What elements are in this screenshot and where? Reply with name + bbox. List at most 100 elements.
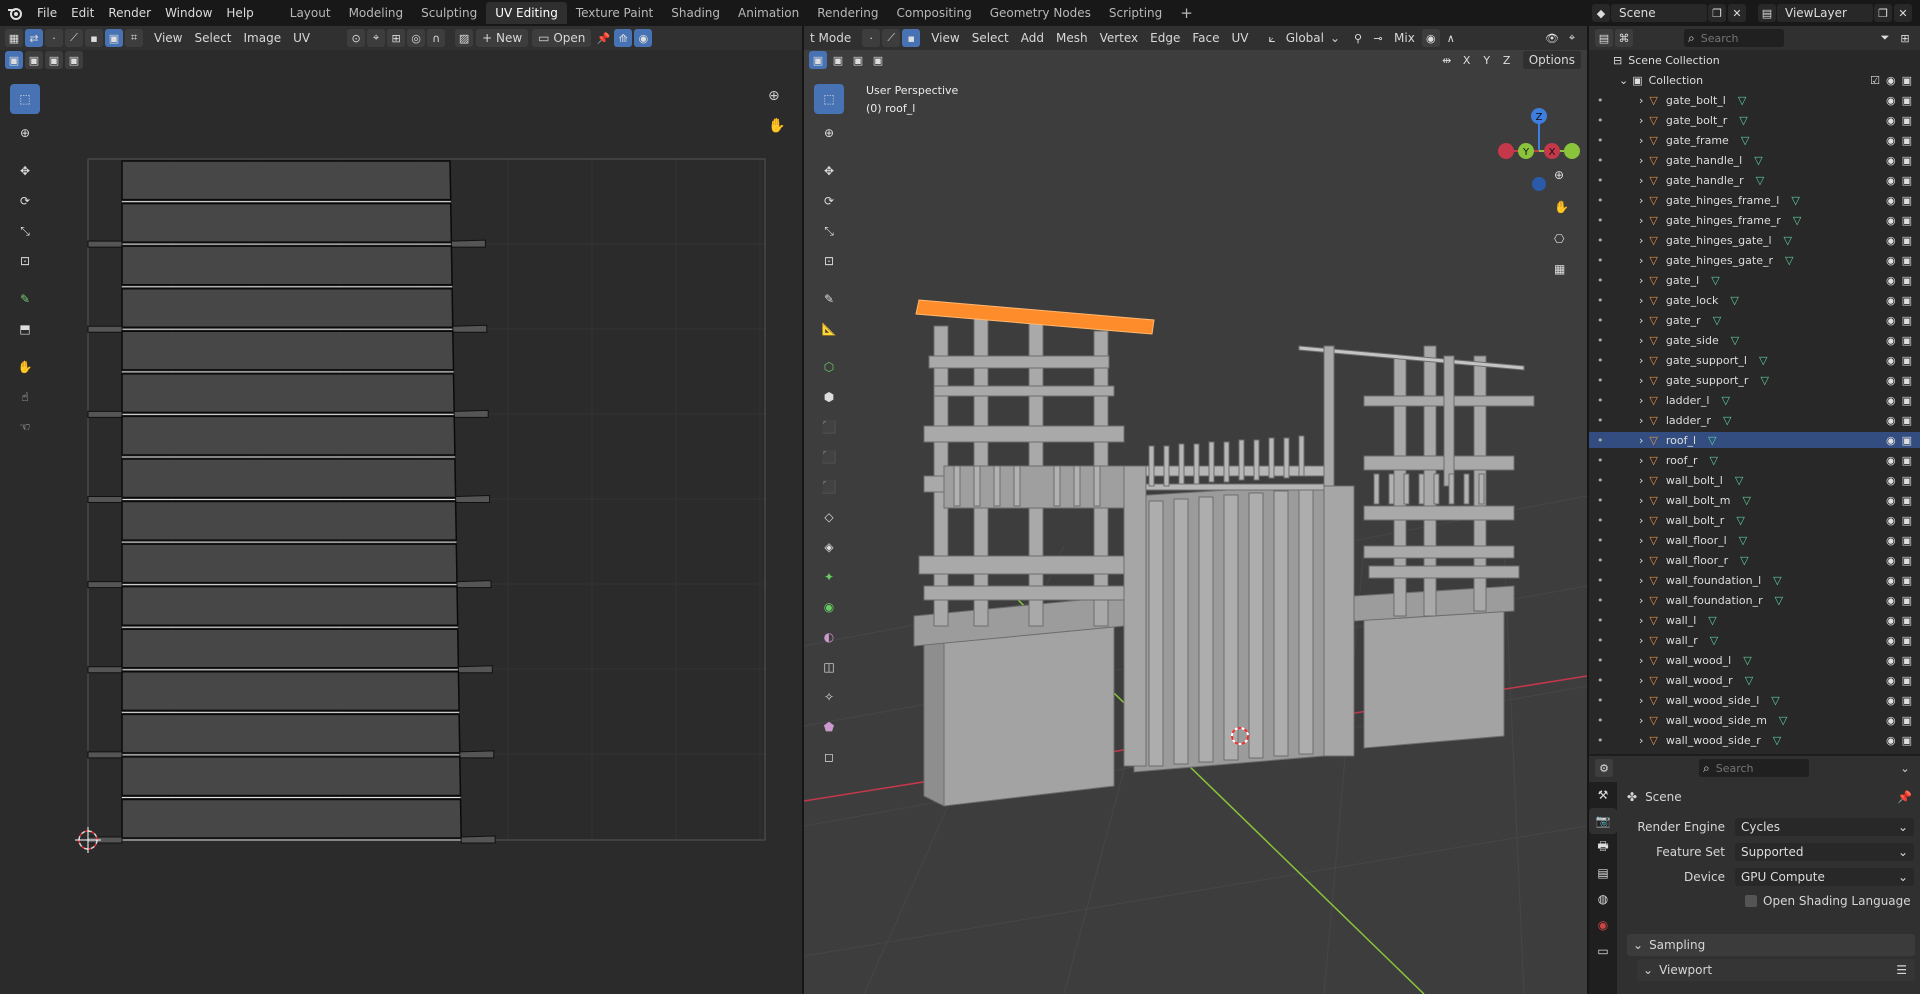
eye-icon[interactable]: ◉ xyxy=(1886,214,1896,227)
expand-arrow-icon[interactable]: › xyxy=(1639,474,1643,487)
uv-hand-icon[interactable]: ✋ xyxy=(768,118,785,134)
uv-edge-strip[interactable] xyxy=(457,665,493,674)
eye-icon[interactable]: ◉ xyxy=(1886,554,1896,567)
uv-edge-strip[interactable] xyxy=(87,751,123,759)
extrude-icon[interactable]: ⬢ xyxy=(814,382,844,412)
tab-compositing[interactable]: Compositing xyxy=(887,2,980,24)
eye-icon[interactable]: ◉ xyxy=(1886,394,1896,407)
uv-zoom-icon[interactable]: ⊕ xyxy=(768,88,780,104)
smooth-icon[interactable]: ◉ xyxy=(814,592,844,622)
expand-arrow-icon[interactable]: › xyxy=(1639,434,1643,447)
expand-arrow-icon[interactable]: › xyxy=(1639,134,1643,147)
shear-icon[interactable]: ✧ xyxy=(814,682,844,712)
eye-icon[interactable]: ◉ xyxy=(1886,474,1896,487)
uv-face[interactable] xyxy=(121,671,460,712)
camera-icon[interactable]: ▣ xyxy=(1902,554,1912,567)
overlay-icon[interactable]: ◉ xyxy=(634,29,653,47)
camera-icon[interactable]: ▣ xyxy=(1902,614,1912,627)
outliner-row-wall-r[interactable]: • › ▽ wall_r ▽ ◉ ▣ xyxy=(1589,632,1920,648)
edit-mode-icon[interactable]: • xyxy=(1597,414,1621,427)
navigation-gizmo[interactable]: Z Y X xyxy=(1494,86,1584,196)
uv-face[interactable] xyxy=(121,245,453,286)
shrink-fatten-icon[interactable]: ◫ xyxy=(814,652,844,682)
outliner-row-gate-hinges-gate-r[interactable]: • › ▽ gate_hinges_gate_r ▽ ◉ ▣ xyxy=(1589,252,1920,268)
open-image-button[interactable]: ▭ Open xyxy=(532,29,592,47)
camera-icon[interactable]: ▣ xyxy=(1902,254,1912,267)
expand-arrow-icon[interactable]: › xyxy=(1639,574,1643,587)
outliner-row-gate-hinges-gate-l[interactable]: • › ▽ gate_hinges_gate_l ▽ ◉ ▣ xyxy=(1589,232,1920,248)
outliner-row-roof-l[interactable]: • › ▽ roof_l ▽ ◉ ▣ xyxy=(1589,432,1920,448)
grab-icon[interactable]: ✋ xyxy=(10,352,40,382)
edit-mode-icon[interactable]: • xyxy=(1597,314,1621,327)
expand-arrow-icon[interactable]: › xyxy=(1639,554,1643,567)
rip-region-icon[interactable]: ⬒ xyxy=(10,314,40,344)
2d-cursor-icon[interactable] xyxy=(75,827,101,853)
outliner-row-wall-foundation-r[interactable]: • › ▽ wall_foundation_r ▽ ◉ ▣ xyxy=(1589,592,1920,608)
uv-face[interactable] xyxy=(121,458,457,499)
vertex-select-icon[interactable]: · xyxy=(45,29,63,47)
camera-icon[interactable]: ▣ xyxy=(1902,134,1912,147)
feature-set-dropdown[interactable]: Supported ⌄ xyxy=(1735,843,1914,861)
mesh-data-icon[interactable]: ▽ xyxy=(1730,294,1738,307)
outliner-row-wall-bolt-r[interactable]: • › ▽ wall_bolt_r ▽ ◉ ▣ xyxy=(1589,512,1920,528)
mesh-data-icon[interactable]: ▽ xyxy=(1784,234,1792,247)
eye-icon[interactable]: ◉ xyxy=(1886,654,1896,667)
uv-face[interactable] xyxy=(121,756,462,797)
mesh-data-icon[interactable]: ▽ xyxy=(1735,474,1743,487)
eye-icon[interactable]: ◉ xyxy=(1886,154,1896,167)
snap-icon[interactable]: ⌖ xyxy=(367,29,386,47)
uv-edge-strip[interactable] xyxy=(87,581,123,589)
new-scene-icon[interactable]: ❐ xyxy=(1708,4,1726,22)
eye-icon[interactable]: ◉ xyxy=(1886,134,1896,147)
outliner-row-gate-frame[interactable]: • › ▽ gate_frame ▽ ◉ ▣ xyxy=(1589,132,1920,148)
outliner-search-input[interactable] xyxy=(1698,30,1773,46)
mesh-data-icon[interactable]: ▽ xyxy=(1721,394,1729,407)
render-tab-icon[interactable]: 📷 xyxy=(1589,808,1617,834)
edit-mode-icon[interactable]: • xyxy=(1597,574,1621,587)
sampling-panel[interactable]: ⌄ Sampling xyxy=(1627,934,1915,956)
image-browse-icon[interactable]: ▨ xyxy=(455,29,474,47)
select-box-icon[interactable]: ⬚ xyxy=(10,84,40,114)
scene-type-icon[interactable]: ◆ xyxy=(1592,4,1610,22)
delete-viewlayer-icon[interactable]: ✕ xyxy=(1894,4,1912,22)
eye-icon[interactable]: ◉ xyxy=(1886,514,1896,527)
outliner-row-wall-foundation-l[interactable]: • › ▽ wall_foundation_l ▽ ◉ ▣ xyxy=(1589,572,1920,588)
eye-icon[interactable]: ◉ xyxy=(1886,414,1896,427)
eye-icon[interactable]: ◉ xyxy=(1886,574,1896,587)
render-engine-dropdown[interactable]: Cycles ⌄ xyxy=(1735,818,1914,836)
vp-rotate-icon[interactable]: ⟳ xyxy=(814,186,844,216)
expand-arrow-icon[interactable]: › xyxy=(1639,734,1643,747)
collection-row[interactable]: ⌄ ▣ Collection ☑ ◉ ▣ xyxy=(1589,72,1920,88)
eye-icon[interactable]: ◉ xyxy=(1886,94,1896,107)
edit-mode-icon[interactable]: • xyxy=(1597,354,1621,367)
checkbox-icon[interactable]: ☑ xyxy=(1870,74,1880,87)
outliner-row-gate-hinges-frame-r[interactable]: • › ▽ gate_hinges_frame_r ▽ ◉ ▣ xyxy=(1589,212,1920,228)
sticky-mode-icon[interactable]: ⌗ xyxy=(125,29,143,47)
outliner-row-gate-bolt-l[interactable]: • › ▽ gate_bolt_l ▽ ◉ ▣ xyxy=(1589,92,1920,108)
edit-mode-icon[interactable]: • xyxy=(1597,594,1621,607)
camera-icon[interactable]: ▣ xyxy=(1902,454,1912,467)
eye-icon[interactable]: ◉ xyxy=(1886,714,1896,727)
tab-texture-paint[interactable]: Texture Paint xyxy=(567,2,662,24)
uv-menu-uv[interactable]: UV xyxy=(287,29,316,47)
vp-annotate-icon[interactable]: ✎ xyxy=(814,284,844,314)
expand-icon[interactable]: ⌄ xyxy=(1619,74,1628,87)
view-layer-tab-icon[interactable]: ▤ xyxy=(1589,860,1617,886)
scene-tab-icon[interactable]: ◍ xyxy=(1589,886,1617,912)
editor-type-icon[interactable]: ▦ xyxy=(5,29,23,47)
eye-icon[interactable]: ◉ xyxy=(1886,234,1896,247)
uv-face[interactable] xyxy=(121,798,462,839)
mesh-data-icon[interactable]: ▽ xyxy=(1754,154,1762,167)
cursor-icon[interactable]: ⊕ xyxy=(10,118,40,148)
outliner-row-wall-wood-side-r[interactable]: • › ▽ wall_wood_side_r ▽ ◉ ▣ xyxy=(1589,732,1920,748)
camera-icon[interactable]: ▣ xyxy=(1902,274,1912,287)
edit-mode-icon[interactable]: • xyxy=(1597,474,1621,487)
edit-mode-icon[interactable]: • xyxy=(1597,634,1621,647)
camera-icon[interactable]: ▣ xyxy=(1902,294,1912,307)
edit-mode-icon[interactable]: • xyxy=(1597,134,1621,147)
mesh-data-icon[interactable]: ▽ xyxy=(1739,534,1747,547)
spin-icon[interactable]: ✦ xyxy=(814,562,844,592)
outliner-row-wall-wood-side-m[interactable]: • › ▽ wall_wood_side_m ▽ ◉ ▣ xyxy=(1589,712,1920,728)
edit-mode-icon[interactable]: • xyxy=(1597,614,1621,627)
outliner-row-gate-handle-l[interactable]: • › ▽ gate_handle_l ▽ ◉ ▣ xyxy=(1589,152,1920,168)
